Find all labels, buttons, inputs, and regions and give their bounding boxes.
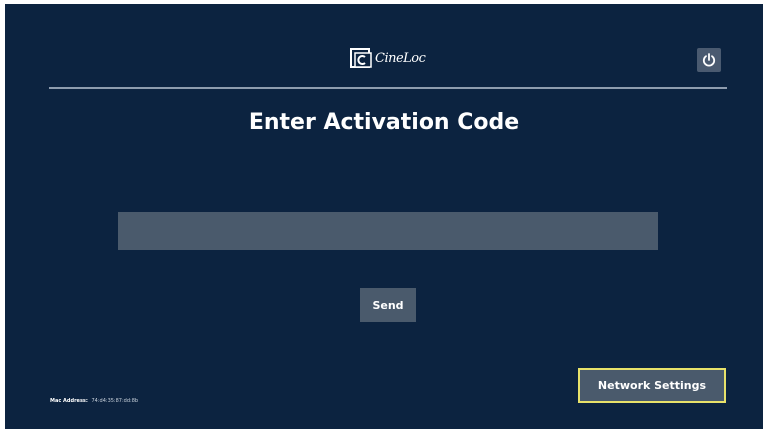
mac-address-value: 74:d4:35:87:dd:8b [91, 398, 139, 404]
mac-address-label: Mac Address: [50, 398, 88, 404]
activation-code-input[interactable] [118, 212, 658, 250]
logo-mark-icon [350, 48, 372, 68]
activation-screen: CineLoc Enter Activation Code Send Mac A… [5, 4, 763, 429]
power-icon [702, 53, 716, 67]
brand-logo: CineLoc [350, 46, 426, 70]
page-title: Enter Activation Code [248, 110, 520, 135]
header-divider [49, 87, 727, 89]
network-settings-button[interactable]: Network Settings [578, 368, 726, 403]
logo-wordmark: CineLoc [375, 50, 426, 66]
mac-address: Mac Address: 74:d4:35:87:dd:8b [50, 397, 138, 405]
power-button[interactable] [697, 48, 721, 72]
send-button[interactable]: Send [360, 288, 416, 322]
